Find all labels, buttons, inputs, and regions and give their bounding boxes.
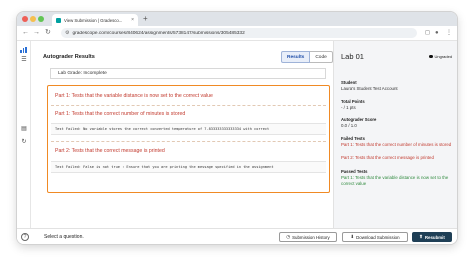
divider: [51, 141, 326, 142]
close-window-button[interactable]: [22, 16, 28, 22]
autograder-score-label: Autograder Score: [341, 117, 377, 122]
page: ☰ ▤ ↻ Autograder Results Results Code La…: [17, 41, 457, 244]
url-text: gradescope.com/courses/840624/assignment…: [72, 30, 245, 36]
menu-icon[interactable]: ⋮: [446, 28, 452, 38]
status-text: Ungraded: [434, 54, 453, 59]
outline-icon[interactable]: ▤: [20, 125, 28, 133]
test-title[interactable]: Part 1: Tests that the correct number of…: [51, 107, 326, 121]
clock-icon: ◷: [286, 234, 291, 239]
passed-tests-label: Passed Tests: [341, 169, 368, 174]
footer-bar: ? Select a question. ◷ Submission Histor…: [17, 228, 457, 244]
list-icon[interactable]: ☰: [20, 56, 28, 64]
download-icon: ⬇: [350, 234, 355, 239]
assignment-title: Lab 01: [341, 52, 364, 61]
forward-icon[interactable]: →: [33, 28, 40, 38]
autograder-score-value: 0.0 / 1.0: [341, 123, 357, 128]
test-results: Part 1: Tests that the variable distance…: [47, 85, 330, 193]
refresh-icon[interactable]: ↻: [20, 138, 28, 146]
status-dot-icon: [429, 54, 433, 59]
section-title: Autograder Results: [43, 54, 95, 60]
view-toggle: Results Code: [281, 51, 333, 63]
new-tab-button[interactable]: +: [143, 13, 148, 25]
status-badge: Ungraded: [429, 54, 452, 59]
passed-test-link[interactable]: Part 1: Tests that the variable distance…: [341, 175, 453, 187]
download-submission-button[interactable]: ⬇ Download Submission: [342, 232, 408, 242]
resubmit-button[interactable]: ⬆ Resubmit: [412, 232, 452, 242]
failed-tests-label: Failed Tests: [341, 136, 365, 141]
test-output: Test Failed: No variable stores the corr…: [51, 123, 326, 135]
reload-icon[interactable]: ↻: [45, 28, 51, 38]
tab-strip: View Submission | Gradesco... × +: [17, 12, 457, 26]
submission-sidebar: Lab 01 Ungraded Student Laura's Student …: [333, 41, 457, 228]
failed-test-link[interactable]: Part 1: Tests that the correct number of…: [341, 142, 453, 148]
lab-grade: Lab Grade: Incomplete: [50, 68, 326, 79]
site-info-icon[interactable]: ⚙: [65, 30, 69, 36]
profile-icon[interactable]: ●: [435, 28, 439, 38]
total-points-label: Total Points: [341, 99, 365, 104]
minimize-window-button[interactable]: [30, 16, 36, 22]
code-button[interactable]: Code: [310, 51, 333, 63]
failed-test-link[interactable]: Part 2: Tests that the correct message i…: [341, 155, 453, 161]
extensions-icon[interactable]: ◻: [425, 28, 430, 38]
test-title[interactable]: Part 2: Tests that the correct message i…: [51, 144, 326, 158]
tab-title: View Submission | Gradesco...: [64, 17, 123, 23]
submission-history-label: Submission History: [292, 234, 330, 240]
student-value: Laura's Student Test Account: [341, 86, 398, 91]
upload-icon: ⬆: [419, 234, 423, 239]
stats-icon[interactable]: [20, 47, 28, 53]
total-points-value: - / 1 pts: [341, 105, 356, 110]
autograder-results-panel: Autograder Results Results Code Lab Grad…: [31, 41, 333, 228]
test-output: Test Failed: False is not true : Ensure …: [51, 161, 326, 173]
footer-message: Select a question.: [44, 234, 84, 240]
tab-close-icon[interactable]: ×: [131, 17, 134, 23]
maximize-window-button[interactable]: [38, 16, 44, 22]
submission-history-button[interactable]: ◷ Submission History: [279, 232, 337, 242]
student-label: Student: [341, 80, 357, 85]
browser-window: View Submission | Gradesco... × + ← → ↻ …: [17, 12, 457, 244]
browser-toolbar: ← → ↻ ⚙ gradescope.com/courses/840624/as…: [17, 26, 457, 41]
divider: [51, 105, 326, 106]
test-title[interactable]: Part 1: Tests that the variable distance…: [51, 89, 326, 103]
left-rail: ☰ ▤ ↻: [17, 41, 31, 244]
results-button[interactable]: Results: [281, 51, 311, 63]
resubmit-label: Resubmit: [424, 234, 445, 240]
browser-tab[interactable]: View Submission | Gradesco... ×: [52, 14, 138, 26]
help-icon[interactable]: ?: [21, 233, 29, 241]
download-submission-label: Download Submission: [356, 234, 400, 240]
gradescope-favicon-icon: [56, 17, 61, 23]
address-bar[interactable]: ⚙ gradescope.com/courses/840624/assignme…: [61, 28, 417, 38]
back-icon[interactable]: ←: [22, 28, 29, 38]
